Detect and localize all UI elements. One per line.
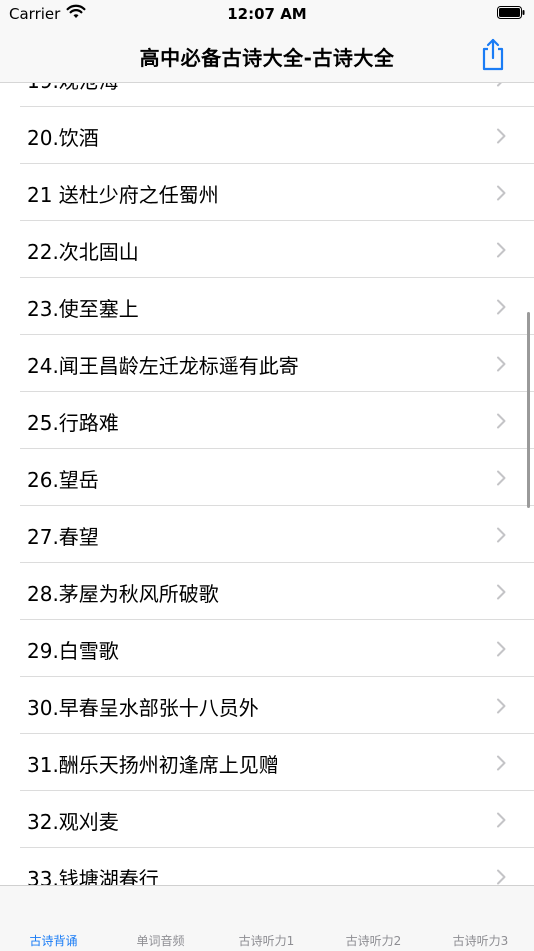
chevron-right-icon [497, 869, 506, 885]
list-item-label: 27.春望 [27, 525, 99, 549]
tab-listening-1[interactable]: 古诗听力1 [213, 932, 320, 949]
list-item-label: 30.早春呈水部张十八员外 [27, 696, 259, 720]
chevron-right-icon [497, 470, 506, 486]
chevron-right-icon [497, 128, 506, 144]
chevron-right-icon [497, 812, 506, 828]
list-item-label: 19.观沧海 [27, 83, 119, 94]
list-item[interactable]: 23.使至塞上 [0, 278, 534, 335]
chevron-right-icon [497, 413, 506, 429]
list-item[interactable]: 26.望岳 [0, 449, 534, 506]
list-item[interactable]: 33.钱塘湖春行 [0, 848, 534, 885]
list-item[interactable]: 27.春望 [0, 506, 534, 563]
tab-listening-3[interactable]: 古诗听力3 [427, 932, 534, 949]
clock: 12:07 AM [227, 5, 307, 23]
chevron-right-icon [497, 185, 506, 201]
scroll-indicator[interactable] [527, 312, 530, 508]
chevron-right-icon [497, 755, 506, 771]
list-item[interactable]: 25.行路难 [0, 392, 534, 449]
poem-list[interactable]: 19.观沧海 20.饮酒 21 送杜少府之任蜀州 22.次北固山 23.使至塞上 24.闻… [0, 83, 534, 885]
list-item[interactable]: 28.茅屋为秋风所破歌 [0, 563, 534, 620]
share-icon[interactable] [478, 37, 508, 71]
list-item[interactable]: 30.早春呈水部张十八员外 [0, 677, 534, 734]
list-item-label: 26.望岳 [27, 468, 99, 492]
list-item[interactable]: 22.次北固山 [0, 221, 534, 278]
battery-icon [497, 6, 525, 19]
list-item-label: 33.钱塘湖春行 [27, 867, 159, 885]
chevron-right-icon [497, 527, 506, 543]
chevron-right-icon [497, 299, 506, 315]
tab-recite[interactable]: 古诗背诵 [0, 932, 107, 949]
tab-word-audio[interactable]: 单词音频 [107, 932, 214, 949]
tab-listening-2[interactable]: 古诗听力2 [320, 932, 427, 949]
status-bar: Carrier 12:07 AM [0, 0, 534, 28]
list-item[interactable]: 31.酬乐天扬州初逢席上见赠 [0, 734, 534, 791]
chevron-right-icon [497, 698, 506, 714]
list-item[interactable]: 20.饮酒 [0, 107, 534, 164]
list-item-label: 31.酬乐天扬州初逢席上见赠 [27, 753, 279, 777]
chevron-right-icon [497, 356, 506, 372]
list-item-label: 32.观刈麦 [27, 810, 119, 834]
chevron-right-icon [497, 242, 506, 258]
chevron-right-icon [497, 584, 506, 600]
list-item[interactable]: 32.观刈麦 [0, 791, 534, 848]
list-item-label: 24.闻王昌龄左迁龙标遥有此寄 [27, 354, 299, 378]
chevron-right-icon [497, 641, 506, 657]
navigation-bar: 高中必备古诗大全-古诗大全 [0, 28, 534, 83]
list-item[interactable]: 29.白雪歌 [0, 620, 534, 677]
list-item-label: 22.次北固山 [27, 240, 139, 264]
list-item[interactable]: 24.闻王昌龄左迁龙标遥有此寄 [0, 335, 534, 392]
list-item[interactable]: 19.观沧海 [0, 83, 534, 107]
list-item-label: 20.饮酒 [27, 126, 99, 150]
list-item-label: 25.行路难 [27, 411, 119, 435]
list-item-label: 23.使至塞上 [27, 297, 139, 321]
list-item-label: 21 送杜少府之任蜀州 [27, 183, 219, 207]
list-item[interactable]: 21 送杜少府之任蜀州 [0, 164, 534, 221]
list-item-label: 28.茅屋为秋风所破歌 [27, 582, 219, 606]
list-item-label: 29.白雪歌 [27, 639, 119, 663]
tab-bar: 古诗背诵 单词音频 古诗听力1 古诗听力2 古诗听力3 [0, 885, 534, 951]
chevron-right-icon [497, 83, 502, 87]
page-title: 高中必备古诗大全-古诗大全 [139, 46, 395, 70]
